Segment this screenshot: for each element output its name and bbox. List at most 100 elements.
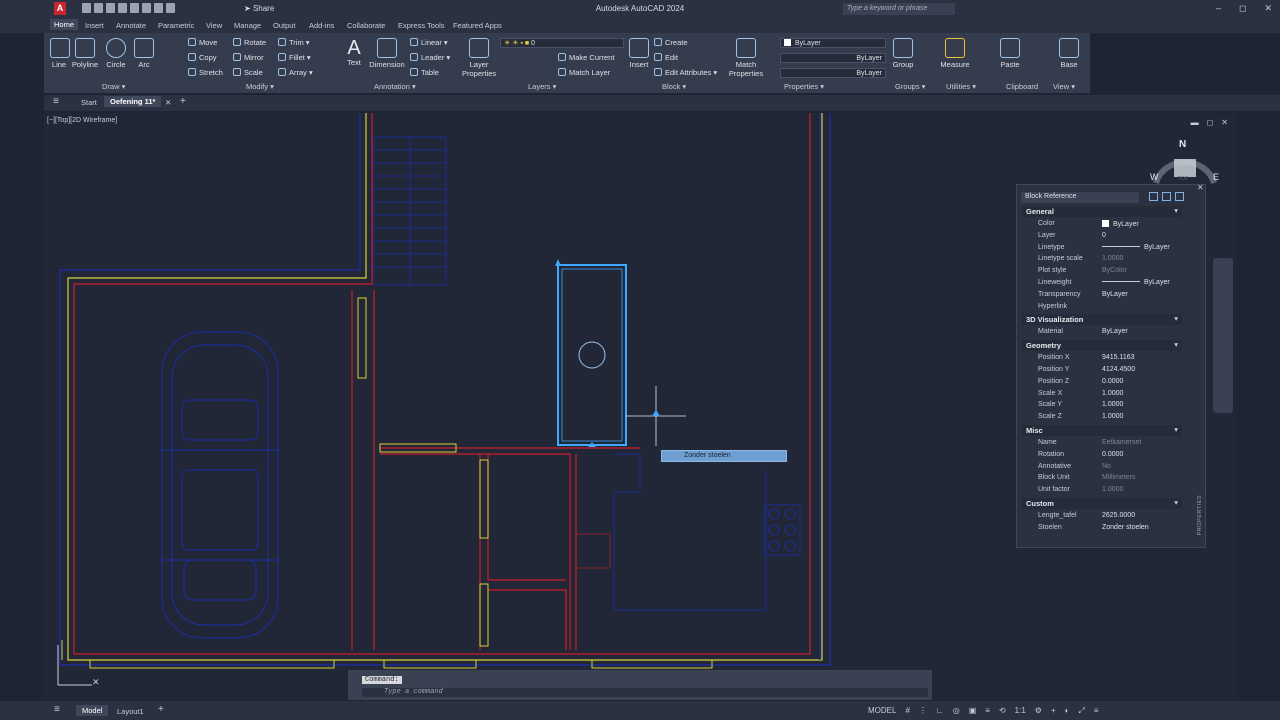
palette-close-icon[interactable]: ✕ [1197, 183, 1204, 192]
selection-dropdown[interactable]: Block Reference [1021, 192, 1139, 203]
viewport-close-icon[interactable]: ✕ [1221, 118, 1228, 127]
collapse-chevron-icon[interactable]: ▾ [1174, 340, 1178, 349]
property-row[interactable]: Transparency ByLayer [1022, 289, 1182, 301]
property-row[interactable]: Name Eetkamerset [1022, 437, 1182, 449]
property-value-text: Millimeters [1102, 474, 1136, 482]
property-row[interactable]: Scale Y 1.0000 [1022, 399, 1182, 411]
property-row[interactable]: Position X 9415.1163 [1022, 352, 1182, 364]
property-row[interactable]: Hyperlink [1022, 301, 1182, 313]
property-value[interactable]: 1.0000 [1102, 390, 1123, 397]
property-value[interactable]: ByLayer [1102, 220, 1139, 228]
property-value[interactable]: Zonder stoelen [1102, 524, 1149, 531]
property-key: Transparency [1038, 290, 1081, 298]
outer-wall-yellow [67, 113, 823, 661]
property-value[interactable]: ByLayer [1102, 244, 1170, 251]
section-custom[interactable]: Custom ▾ [1022, 498, 1182, 509]
cube-top-face[interactable]: TOP [1178, 176, 1188, 182]
property-value[interactable]: 1.0000 [1102, 255, 1123, 262]
section-title: 3D Visualization [1026, 315, 1084, 325]
collapse-chevron-icon[interactable]: ▾ [1174, 425, 1178, 434]
property-value[interactable]: 1.0000 [1102, 486, 1123, 493]
viewport-restore-icon[interactable]: ◻ [1207, 118, 1214, 127]
property-row[interactable]: Unit factor 1.0000 [1022, 484, 1182, 496]
property-key: Name [1038, 439, 1057, 446]
property-value-text: 0 [1102, 231, 1106, 239]
lineweight-icon[interactable]: ≡ [985, 706, 990, 716]
section-3d-visualization[interactable]: 3D Visualization ▾ [1022, 314, 1182, 326]
stove [764, 504, 801, 556]
polar-icon[interactable]: ◎ [953, 706, 960, 716]
property-row[interactable]: Plot style ByColor [1022, 265, 1182, 277]
outer-wall-blue [59, 113, 831, 666]
property-row[interactable]: Lengte_tafel 2625.0000 [1022, 510, 1182, 522]
property-value-text: 4124.4500 [1102, 366, 1136, 373]
property-value[interactable]: 1.0000 [1102, 413, 1123, 420]
property-value[interactable]: 0.0000 [1102, 451, 1123, 458]
viewport-controls-label[interactable]: [−][Top][2D Wireframe] [47, 117, 117, 124]
property-value-text: ByLayer [1102, 290, 1128, 298]
section-geometry[interactable]: Geometry ▾ [1022, 340, 1182, 352]
property-row[interactable]: Annotative No [1022, 461, 1182, 473]
property-value[interactable]: No [1102, 463, 1111, 470]
property-key: Position Z [1038, 377, 1070, 385]
collapse-chevron-icon[interactable]: ▾ [1174, 314, 1178, 323]
model-space-toggle[interactable]: MODEL [868, 706, 896, 716]
property-row[interactable]: Position Y 4124.4500 [1022, 364, 1182, 376]
property-value[interactable]: 0 [1102, 232, 1106, 239]
add-layout-button[interactable]: + [158, 704, 164, 715]
property-value[interactable]: 0.0000 [1102, 378, 1123, 385]
navigation-bar[interactable] [1213, 258, 1233, 413]
property-key: Plot style [1038, 267, 1067, 275]
grid-icon[interactable]: # [905, 706, 909, 716]
lookup-tooltip[interactable]: Zonder stoelen [661, 450, 787, 462]
stairs [373, 136, 447, 286]
property-row[interactable]: Layer 0 [1022, 230, 1182, 242]
selection-cycling-icon[interactable]: ⟲ [999, 706, 1006, 716]
model-tab[interactable]: Model [76, 705, 109, 716]
grip-top [555, 259, 561, 266]
property-value[interactable]: 4124.4500 [1102, 366, 1135, 373]
select-objects-icon[interactable] [1162, 192, 1171, 201]
property-row[interactable]: Lineweight ByLayer [1022, 277, 1182, 289]
property-value[interactable]: ByLayer [1102, 291, 1128, 298]
collapse-chevron-icon[interactable]: ▾ [1174, 498, 1178, 507]
property-row[interactable]: Linetype ByLayer [1022, 242, 1182, 254]
snap-icon[interactable]: ⋮ [919, 706, 927, 716]
fullscreen-icon[interactable]: ⤢ [1078, 706, 1084, 716]
property-value[interactable]: ByLayer [1102, 279, 1170, 286]
isolate-icon[interactable]: ◐ [1065, 706, 1070, 716]
collapse-chevron-icon[interactable]: ▾ [1174, 206, 1178, 215]
property-row[interactable]: Color ByLayer [1022, 218, 1182, 230]
section-misc[interactable]: Misc ▾ [1022, 425, 1182, 436]
annotation-scale[interactable]: 1:1 [1015, 706, 1026, 716]
property-row[interactable]: Rotation 0.0000 [1022, 449, 1182, 461]
layout-menu-icon[interactable]: ≡ [54, 704, 60, 715]
osnap-icon[interactable]: ▣ [969, 706, 977, 716]
property-value[interactable]: 2625.0000 [1102, 512, 1135, 519]
property-value[interactable]: Millimeters [1102, 474, 1135, 481]
property-row[interactable]: Material ByLayer [1022, 326, 1182, 338]
property-row[interactable]: Scale X 1.0000 [1022, 388, 1182, 400]
property-value[interactable]: Eetkamerset [1102, 439, 1141, 446]
property-row[interactable]: Stoelen Zonder stoelen [1022, 522, 1182, 534]
customize-icon[interactable]: ≡ [1094, 706, 1099, 716]
property-value-text: ByColor [1102, 267, 1127, 275]
property-value[interactable]: 9415.1163 [1102, 354, 1135, 361]
toggle-pickadd-icon[interactable] [1149, 192, 1158, 201]
property-row[interactable]: Block Unit Millimeters [1022, 472, 1182, 484]
property-value-text: ByLayer [1113, 221, 1139, 228]
command-input[interactable]: Type a command [362, 688, 928, 697]
property-row[interactable]: Scale Z 1.0000 [1022, 411, 1182, 423]
quick-select-icon[interactable] [1175, 192, 1184, 201]
layout1-tab[interactable]: Layout1 [117, 707, 144, 716]
property-value[interactable]: ByColor [1102, 267, 1127, 274]
section-general[interactable]: General ▾ [1022, 206, 1182, 217]
viewport-minimize-icon[interactable]: ▬ [1191, 118, 1199, 127]
property-row[interactable]: Linetype scale 1.0000 [1022, 253, 1182, 265]
property-value[interactable]: ByLayer [1102, 328, 1128, 335]
ortho-icon[interactable]: ∟ [936, 706, 944, 716]
workspace-gear-icon[interactable]: ⚙ [1035, 706, 1042, 716]
property-row[interactable]: Position Z 0.0000 [1022, 376, 1182, 388]
property-value[interactable]: 1.0000 [1102, 401, 1123, 408]
add-icon[interactable]: + [1051, 706, 1056, 716]
